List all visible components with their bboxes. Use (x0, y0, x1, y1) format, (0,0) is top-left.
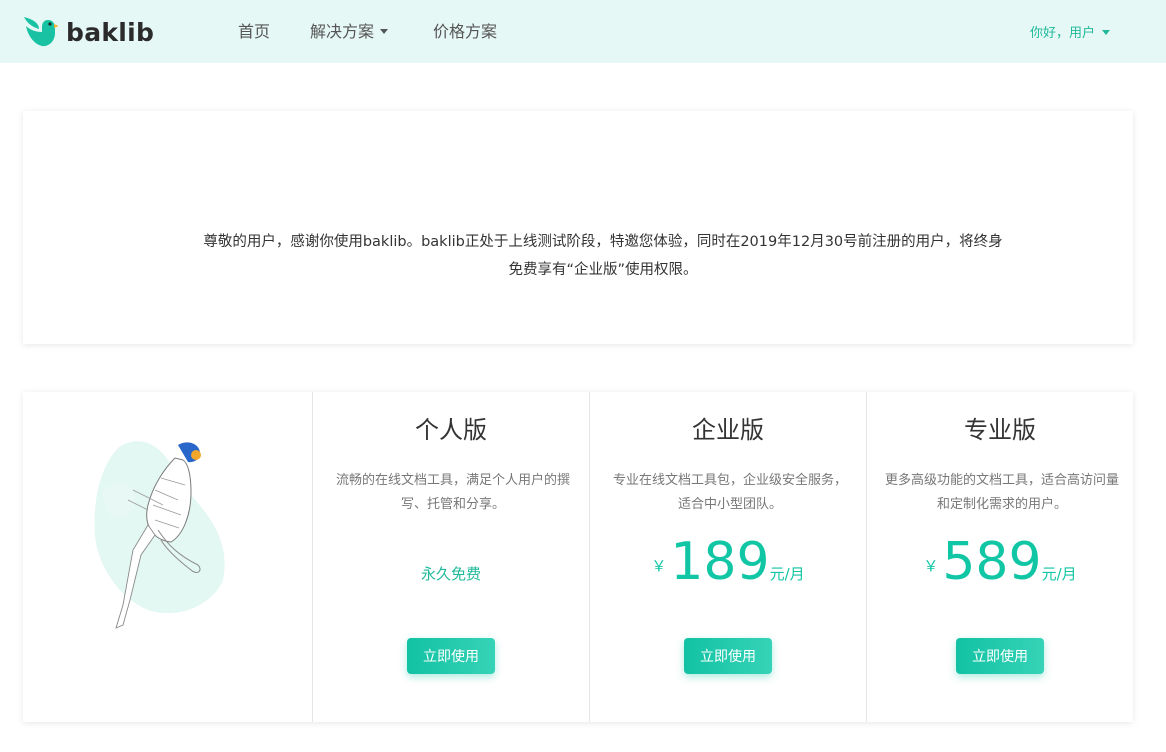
plan-personal: 个人版 流畅的在线文档工具，满足个人用户的撰写、托管和分享。 永久免费 立即使用 (313, 392, 590, 722)
chevron-down-icon (1102, 29, 1111, 35)
brand-logo[interactable]: baklib (22, 14, 154, 50)
plan-price: ￥189元/月 (590, 532, 866, 592)
nav-solutions-label: 解决方案 (310, 22, 375, 41)
top-navbar: baklib 首页 解决方案 价格方案 你好，用户 (0, 0, 1166, 63)
plan-price: ￥589元/月 (867, 532, 1133, 592)
parrot-illustration-icon (94, 441, 225, 629)
plan-price-free: 永久免费 (420, 565, 481, 583)
plan-description: 更多高级功能的文档工具，适合高访问量和定制化需求的用户。 (885, 473, 1120, 512)
plan-professional: 专业版 更多高级功能的文档工具，适合高访问量和定制化需求的用户。 ￥589元/月… (867, 392, 1133, 722)
nav-home[interactable]: 首页 (238, 22, 270, 42)
user-menu-dropdown[interactable]: 你好，用户 (1030, 25, 1111, 43)
use-now-button[interactable]: 立即使用 (407, 638, 495, 674)
plan-enterprise: 企业版 专业在线文档工具包，企业级安全服务，适合中小型团队。 ￥189元/月 立… (590, 392, 867, 722)
nav-pricing[interactable]: 价格方案 (433, 22, 497, 42)
plan-name: 个人版 (415, 416, 487, 444)
pricing-card: 个人版 流畅的在线文档工具，满足个人用户的撰写、托管和分享。 永久免费 立即使用… (23, 392, 1133, 722)
plan-name: 企业版 (692, 416, 764, 444)
price-currency: ￥ (923, 557, 939, 575)
price-currency: ￥ (651, 557, 667, 575)
pricing-illustration (23, 392, 313, 722)
notice-card: 尊敬的用户，感谢你使用baklib。baklib正处于上线测试阶段，特邀您体验，… (23, 111, 1133, 344)
price-unit: 元/月 (769, 565, 805, 583)
plan-name: 专业版 (964, 416, 1036, 444)
use-now-button[interactable]: 立即使用 (956, 638, 1044, 674)
chevron-down-icon (380, 28, 389, 34)
nav-pricing-label: 价格方案 (433, 22, 498, 41)
nav-home-label: 首页 (238, 22, 271, 41)
price-amount: 589 (942, 532, 1042, 592)
plan-description: 专业在线文档工具包，企业级安全服务，适合中小型团队。 (612, 473, 847, 512)
nav-solutions-dropdown[interactable]: 解决方案 (310, 22, 389, 42)
bird-logo-icon (24, 17, 58, 47)
price-unit: 元/月 (1041, 565, 1077, 583)
plan-description: 流畅的在线文档工具，满足个人用户的撰写、托管和分享。 (335, 473, 570, 512)
price-amount: 189 (670, 532, 770, 592)
brand-name: baklib (66, 17, 155, 47)
user-greeting: 你好，用户 (1030, 26, 1096, 41)
notice-text: 尊敬的用户，感谢你使用baklib。baklib正处于上线测试阶段，特邀您体验，… (203, 234, 1003, 278)
use-now-button[interactable]: 立即使用 (684, 638, 772, 674)
